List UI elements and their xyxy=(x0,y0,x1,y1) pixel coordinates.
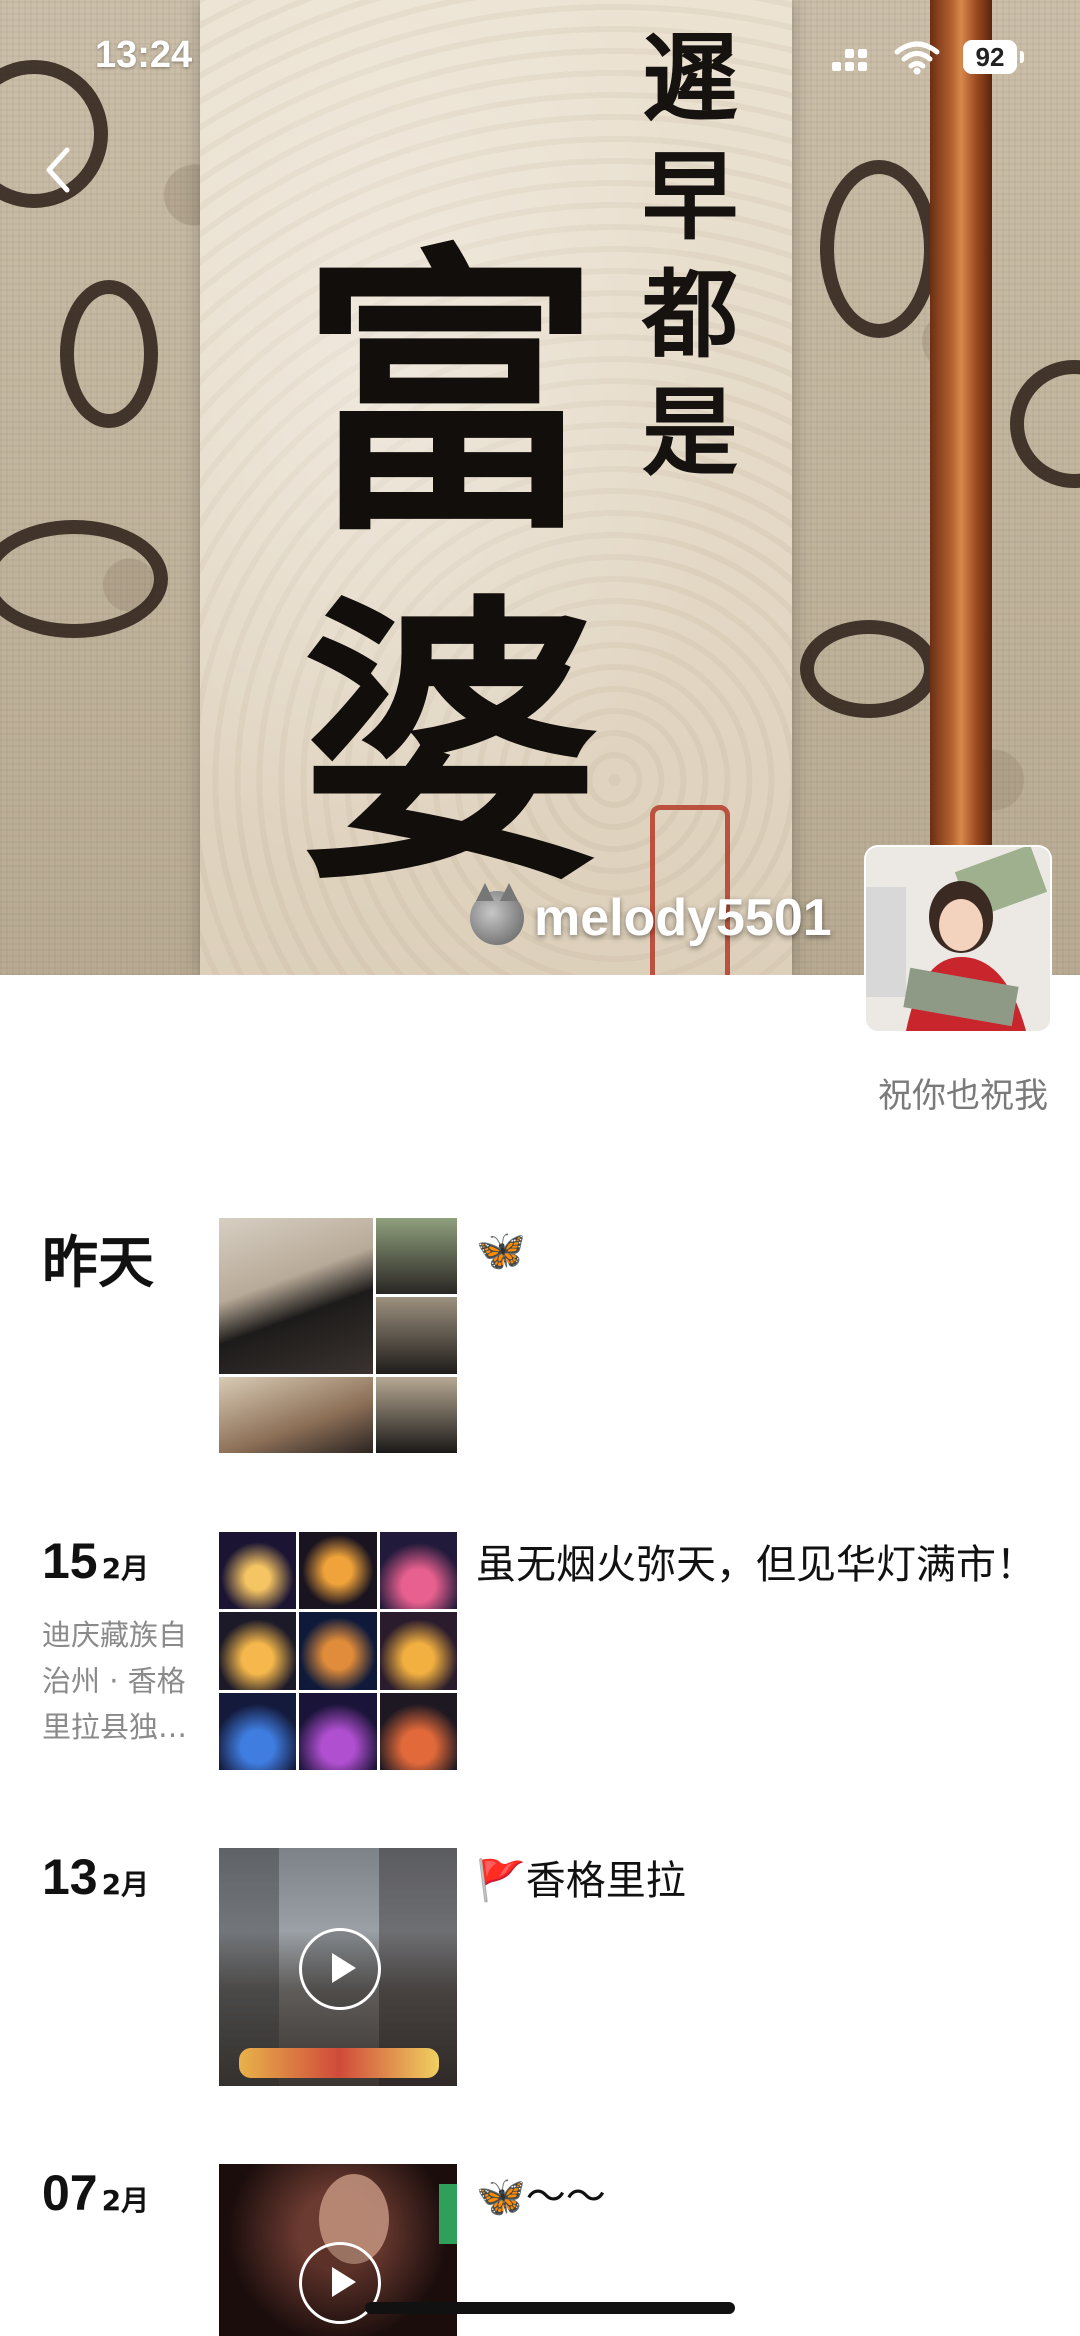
username-text: melody5501 xyxy=(534,889,832,947)
photo-thumbnail[interactable] xyxy=(219,1532,297,1610)
cover-image[interactable]: 遲早都是 富婆 melody5501 xyxy=(0,0,1080,975)
photo-thumbnail[interactable] xyxy=(376,1376,457,1453)
back-icon[interactable] xyxy=(35,140,83,200)
background-calligraphy xyxy=(60,280,158,428)
home-indicator[interactable] xyxy=(365,2302,735,2314)
scroll-rod xyxy=(930,0,992,870)
photo-thumbnail[interactable] xyxy=(376,1297,457,1374)
date-label: 13 2月 xyxy=(42,1848,149,1906)
photo-thumbnail[interactable] xyxy=(379,1692,457,1770)
post-text: 虽无烟火弥天，但见华灯满市！ xyxy=(476,1542,1036,1588)
wolf-icon xyxy=(470,883,524,945)
photo-thumbnail[interactable] xyxy=(379,1532,457,1610)
date-day: 07 xyxy=(42,2165,98,2221)
avatar-image xyxy=(866,847,1050,1031)
photo-thumbnail[interactable] xyxy=(219,1218,373,1374)
background-calligraphy xyxy=(800,620,938,718)
location-label[interactable]: 迪庆藏族自治州 · 香格里拉县独… xyxy=(42,1612,202,1750)
photo-thumbnail[interactable] xyxy=(219,1612,297,1690)
date-label: 15 2月 xyxy=(42,1532,149,1590)
post-text: 🚩香格里拉 xyxy=(476,1858,686,1904)
photo-thumbnail[interactable] xyxy=(376,1218,457,1295)
background-calligraphy xyxy=(0,520,168,638)
date-day: 13 xyxy=(42,1849,98,1905)
avatar[interactable] xyxy=(866,847,1050,1031)
background-calligraphy xyxy=(1010,360,1080,488)
calligraphy-big: 富婆 xyxy=(300,218,600,921)
photo-thumbnail[interactable] xyxy=(299,1692,377,1770)
date-month: 2月 xyxy=(101,2184,150,2217)
post-text: 🦋 xyxy=(476,1228,526,1274)
photo-grid[interactable] xyxy=(219,1532,457,1770)
date-label: 昨天 xyxy=(42,1231,154,1296)
wifi-icon xyxy=(894,41,940,75)
date-month: 2月 xyxy=(101,1552,150,1585)
date-label: 07 2月 xyxy=(42,2164,149,2222)
background-calligraphy xyxy=(820,160,938,338)
photo-thumbnail[interactable] xyxy=(219,1692,297,1770)
photo-thumbnail[interactable] xyxy=(379,1612,457,1690)
play-icon[interactable] xyxy=(299,1928,381,2010)
status-time: 13:24 xyxy=(95,34,193,76)
video-thumbnail[interactable] xyxy=(219,1848,457,2086)
signature-text: 祝你也祝我 xyxy=(878,1076,1048,1116)
photo-thumbnail[interactable] xyxy=(219,1376,373,1453)
photo-thumbnail[interactable] xyxy=(299,1612,377,1690)
photo-thumbnail[interactable] xyxy=(299,1532,377,1610)
cover-username: melody5501 xyxy=(470,880,832,956)
battery-icon: 92 xyxy=(963,40,1024,74)
photo-grid[interactable] xyxy=(219,1218,457,1456)
date-month: 2月 xyxy=(101,1868,150,1901)
date-day: 15 xyxy=(42,1533,98,1589)
signal-icon xyxy=(832,48,868,74)
status-bar: 13:24 92 xyxy=(0,0,1080,120)
post-text: 🦋～～ xyxy=(476,2174,606,2220)
